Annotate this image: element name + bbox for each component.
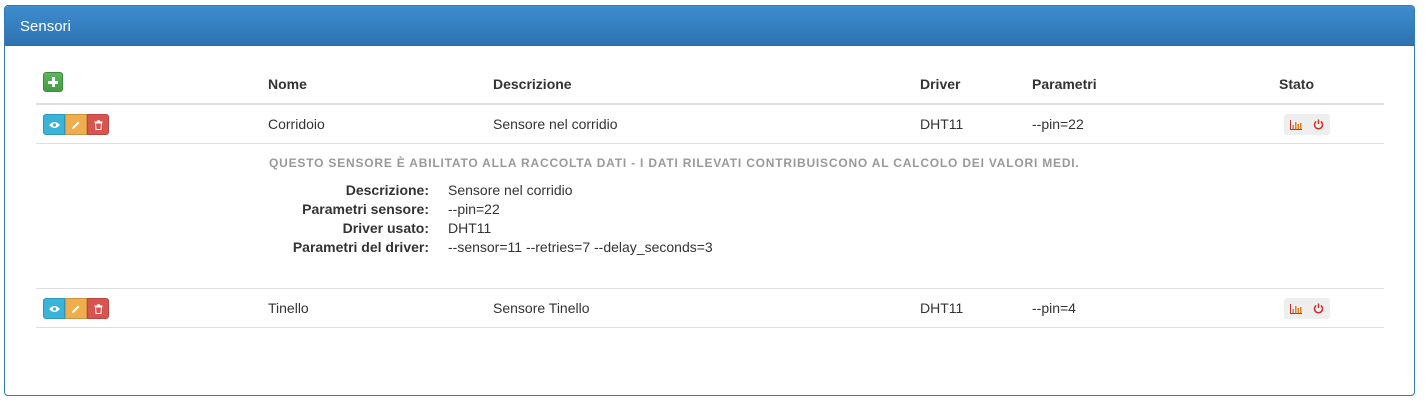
header-stato: Stato	[1279, 76, 1314, 92]
edit-button[interactable]	[65, 114, 87, 135]
eye-icon	[48, 121, 60, 128]
delete-button[interactable]	[87, 114, 109, 135]
trash-icon	[94, 303, 102, 314]
header-parametri: Parametri	[1032, 76, 1097, 92]
sensors-table: Nome Descrizione Driver Parametri Stato …	[36, 65, 1384, 328]
table-row: Tinello Sensore Tinello DHT11 --pin=4	[36, 289, 1384, 327]
view-button[interactable]	[43, 114, 65, 135]
bar-chart-icon	[1289, 303, 1302, 314]
label-driver-usato: Driver usato:	[342, 220, 429, 236]
header-nome: Nome	[268, 76, 307, 92]
cell-driver: DHT11	[920, 300, 964, 316]
status-buttons	[1284, 114, 1330, 135]
bar-chart-icon	[1289, 119, 1302, 130]
header-driver: Driver	[920, 76, 961, 92]
table-row: Corridoio Sensore nel corridio DHT11 --p…	[36, 105, 1384, 143]
header-descrizione: Descrizione	[493, 76, 572, 92]
value-descrizione: Sensore nel corridio	[448, 182, 573, 198]
cell-nome: Corridoio	[268, 116, 325, 132]
label-parametri-sensore: Parametri sensore:	[302, 201, 429, 217]
cell-parametri: --pin=22	[1032, 116, 1084, 132]
delete-button[interactable]	[87, 298, 109, 319]
row-divider	[36, 327, 1384, 328]
status-buttons	[1284, 298, 1330, 319]
cell-nome: Tinello	[268, 300, 309, 316]
power-button[interactable]	[1307, 298, 1330, 319]
panel-title: Sensori	[5, 6, 1414, 46]
value-driver-usato: DHT11	[448, 220, 492, 236]
label-parametri-driver: Parametri del driver:	[292, 239, 429, 255]
chart-button[interactable]	[1284, 298, 1307, 319]
value-parametri-sensore: --pin=22	[448, 201, 500, 217]
cell-descrizione: Sensore nel corridio	[493, 116, 618, 132]
add-sensor-button[interactable]	[43, 72, 63, 92]
value-parametri-driver: --sensor=11 --retries=7 --delay_seconds=…	[448, 239, 713, 255]
view-button[interactable]	[43, 298, 65, 319]
pencil-icon	[72, 121, 80, 129]
trash-icon	[94, 119, 102, 130]
sensors-panel: Sensori Nome Descrizione Driver Parametr…	[4, 5, 1415, 396]
power-icon	[1313, 119, 1324, 130]
cell-descrizione: Sensore Tinello	[493, 300, 590, 316]
cell-driver: DHT11	[920, 116, 964, 132]
data-collection-notice: Questo sensore è abilitato alla raccolta…	[269, 156, 1080, 170]
eye-icon	[48, 305, 60, 312]
cell-parametri: --pin=4	[1032, 300, 1076, 316]
pencil-icon	[72, 305, 80, 313]
row-action-buttons	[43, 298, 109, 319]
sensor-detail: Questo sensore è abilitato alla raccolta…	[36, 144, 1384, 288]
table-header-row: Nome Descrizione Driver Parametri Stato	[36, 65, 1384, 103]
chart-button[interactable]	[1284, 114, 1307, 135]
label-descrizione: Descrizione:	[345, 182, 429, 198]
edit-button[interactable]	[65, 298, 87, 319]
power-button[interactable]	[1307, 114, 1330, 135]
row-action-buttons	[43, 114, 109, 135]
power-icon	[1313, 303, 1324, 314]
